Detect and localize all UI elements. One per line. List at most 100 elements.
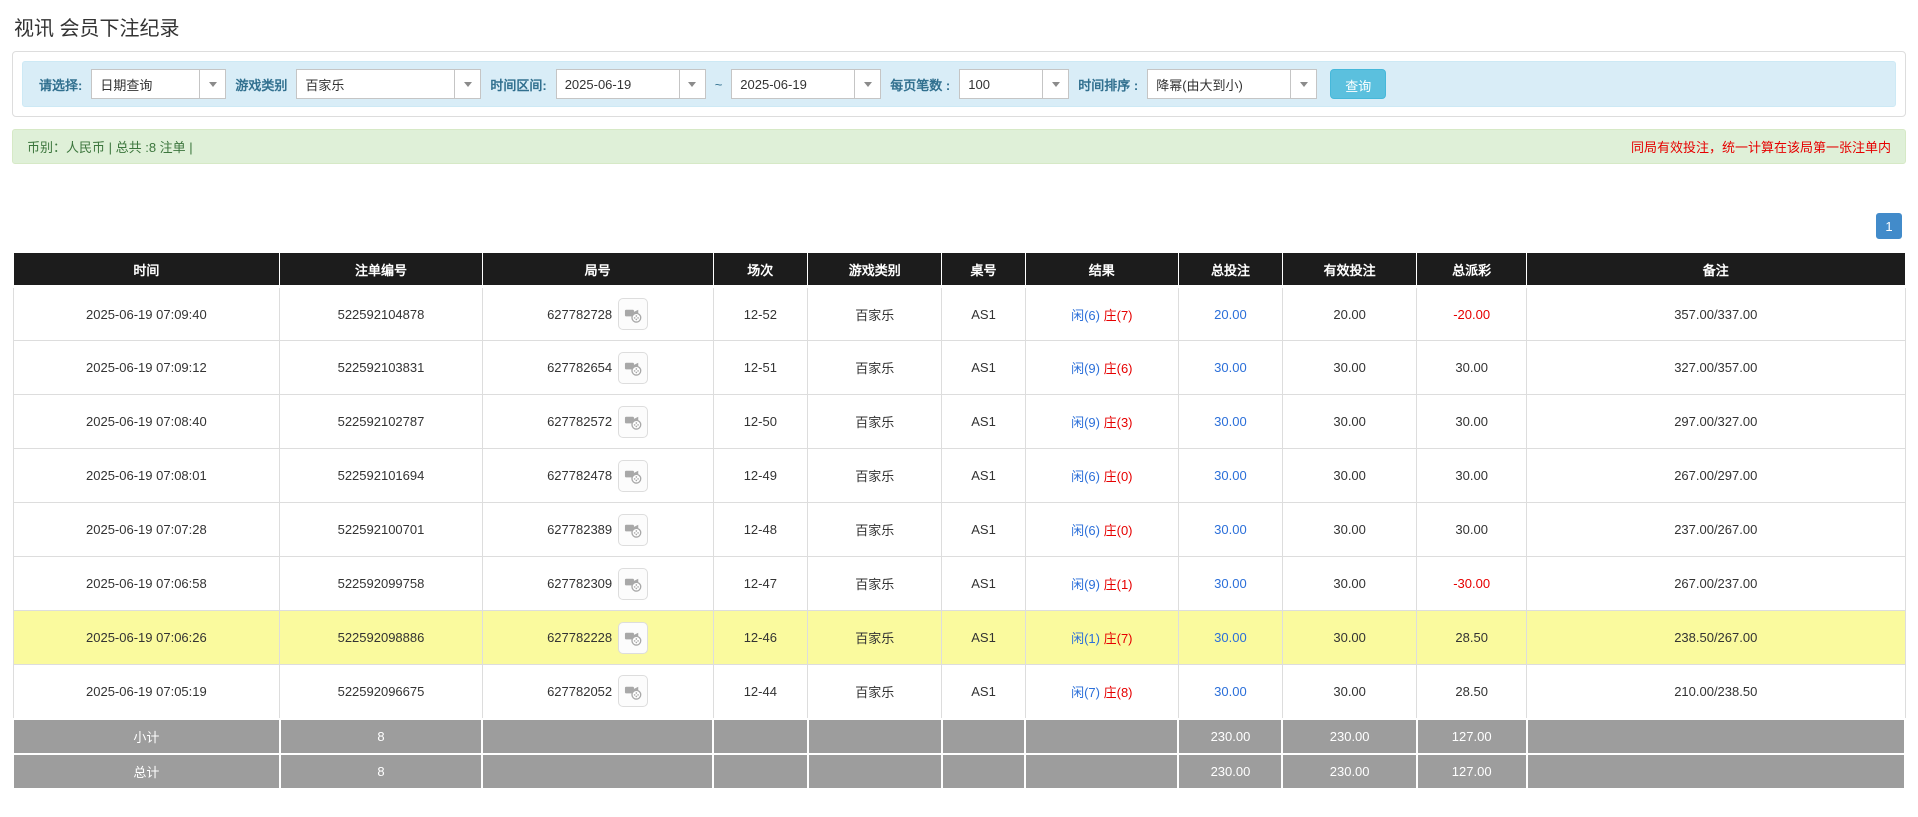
- totals-count: 8: [280, 754, 482, 789]
- table-row: 2025-06-19 07:07:28522592100701627782389…: [13, 503, 1905, 557]
- total-bet-link[interactable]: 30.00: [1214, 630, 1247, 645]
- cell-result: 闲(7) 庄(8): [1025, 665, 1178, 719]
- totals-payout: 127.00: [1417, 754, 1527, 789]
- cell-valid-bet: 30.00: [1282, 665, 1416, 719]
- video-replay-button[interactable]: [618, 568, 648, 600]
- cell-round: 627782572: [482, 395, 713, 449]
- round-id: 627782228: [547, 630, 612, 645]
- video-replay-button[interactable]: [618, 514, 648, 546]
- result-player: 闲(1): [1071, 631, 1100, 646]
- round-id: 627782478: [547, 468, 612, 483]
- total-bet-link[interactable]: 30.00: [1214, 522, 1247, 537]
- game-type-select[interactable]: 百家乐: [296, 69, 481, 99]
- cell-game-type: 百家乐: [808, 341, 942, 395]
- sort-select[interactable]: 降幂(由大到小): [1147, 69, 1317, 99]
- cell-total-bet: 30.00: [1178, 665, 1282, 719]
- cell-table-no: AS1: [942, 395, 1025, 449]
- total-bet-link[interactable]: 20.00: [1214, 307, 1247, 322]
- total-bet-link[interactable]: 30.00: [1214, 468, 1247, 483]
- totals-label: 总计: [13, 754, 280, 789]
- chevron-down-icon[interactable]: [679, 70, 705, 98]
- cell-round: 627782228: [482, 611, 713, 665]
- cell-valid-bet: 30.00: [1282, 341, 1416, 395]
- page-button-1[interactable]: 1: [1876, 213, 1902, 239]
- video-replay-button[interactable]: [618, 298, 648, 330]
- bet-records-table: 时间 注单编号 局号 场次 游戏类别 桌号 结果 总投注 有效投注 总派彩 备注…: [12, 252, 1906, 790]
- date-from-input[interactable]: 2025-06-19: [556, 69, 706, 99]
- page-size-select[interactable]: 100: [959, 69, 1069, 99]
- query-type-select[interactable]: 日期查询: [91, 69, 226, 99]
- result-player: 闲(6): [1071, 308, 1100, 323]
- video-replay-button[interactable]: [618, 352, 648, 384]
- page-title: 视讯 会员下注纪录: [14, 12, 1918, 41]
- video-icon: [624, 628, 643, 647]
- cell-bet-id: 522592101694: [280, 449, 482, 503]
- cell-remark: 267.00/297.00: [1527, 449, 1905, 503]
- cell-session: 12-44: [713, 665, 808, 719]
- query-button[interactable]: 查询: [1330, 69, 1386, 99]
- cell-result: 闲(6) 庄(0): [1025, 503, 1178, 557]
- round-id: 627782052: [547, 684, 612, 699]
- total-bet-link[interactable]: 30.00: [1214, 414, 1247, 429]
- chevron-down-icon[interactable]: [454, 70, 480, 98]
- result-banker: 庄(1): [1104, 577, 1133, 592]
- result-player: 闲(9): [1071, 361, 1100, 376]
- filter-bar: 请选择: 日期查询 游戏类别 百家乐 时间区间: 2025-06-19 ~ 20…: [22, 61, 1896, 107]
- cell-remark: 237.00/267.00: [1527, 503, 1905, 557]
- total-bet-link[interactable]: 30.00: [1214, 360, 1247, 375]
- sort-label: 时间排序 :: [1078, 75, 1138, 94]
- cell-bet-id: 522592104878: [280, 287, 482, 341]
- cell-time: 2025-06-19 07:08:01: [13, 449, 280, 503]
- cell-payout: 28.50: [1417, 665, 1527, 719]
- chevron-down-icon[interactable]: [854, 70, 880, 98]
- video-replay-button[interactable]: [618, 622, 648, 654]
- cell-remark: 210.00/238.50: [1527, 665, 1905, 719]
- cell-payout: 30.00: [1417, 395, 1527, 449]
- cell-total-bet: 30.00: [1178, 611, 1282, 665]
- total-bet-link[interactable]: 30.00: [1214, 684, 1247, 699]
- result-banker: 庄(8): [1104, 685, 1133, 700]
- table-row: 2025-06-19 07:06:58522592099758627782309…: [13, 557, 1905, 611]
- cell-remark: 238.50/267.00: [1527, 611, 1905, 665]
- video-replay-button[interactable]: [618, 675, 648, 707]
- cell-result: 闲(1) 庄(7): [1025, 611, 1178, 665]
- cell-time: 2025-06-19 07:05:19: [13, 665, 280, 719]
- cell-bet-id: 522592098886: [280, 611, 482, 665]
- cell-total-bet: 20.00: [1178, 287, 1282, 341]
- table-row: 2025-06-19 07:05:19522592096675627782052…: [13, 665, 1905, 719]
- query-type-value: 日期查询: [92, 70, 199, 98]
- page-size-value: 100: [960, 70, 1042, 98]
- cell-game-type: 百家乐: [808, 665, 942, 719]
- video-replay-button[interactable]: [618, 406, 648, 438]
- chevron-down-icon[interactable]: [199, 70, 225, 98]
- table-row: 2025-06-19 07:08:40522592102787627782572…: [13, 395, 1905, 449]
- cell-table-no: AS1: [942, 503, 1025, 557]
- time-range-label: 时间区间:: [490, 75, 546, 94]
- video-icon: [624, 682, 643, 701]
- cell-bet-id: 522592103831: [280, 341, 482, 395]
- cell-time: 2025-06-19 07:07:28: [13, 503, 280, 557]
- date-to-input[interactable]: 2025-06-19: [731, 69, 881, 99]
- cell-valid-bet: 30.00: [1282, 449, 1416, 503]
- video-replay-button[interactable]: [618, 460, 648, 492]
- cell-session: 12-48: [713, 503, 808, 557]
- cell-round: 627782654: [482, 341, 713, 395]
- cell-payout: 28.50: [1417, 611, 1527, 665]
- round-id: 627782389: [547, 522, 612, 537]
- grand-total-row: 总计8230.00230.00127.00: [13, 754, 1905, 789]
- cell-remark: 327.00/357.00: [1527, 341, 1905, 395]
- filter-panel: 请选择: 日期查询 游戏类别 百家乐 时间区间: 2025-06-19 ~ 20…: [12, 51, 1906, 117]
- cell-total-bet: 30.00: [1178, 395, 1282, 449]
- page-size-label: 每页笔数 :: [890, 75, 950, 94]
- video-icon: [624, 412, 643, 431]
- cell-session: 12-50: [713, 395, 808, 449]
- currency-summary-text: 币别：人民币 | 总共 :8 注单 |: [27, 137, 193, 156]
- chevron-down-icon[interactable]: [1290, 70, 1316, 98]
- cell-game-type: 百家乐: [808, 503, 942, 557]
- chevron-down-icon[interactable]: [1042, 70, 1068, 98]
- cell-session: 12-51: [713, 341, 808, 395]
- cell-round: 627782728: [482, 287, 713, 341]
- cell-valid-bet: 20.00: [1282, 287, 1416, 341]
- cell-time: 2025-06-19 07:06:26: [13, 611, 280, 665]
- total-bet-link[interactable]: 30.00: [1214, 576, 1247, 591]
